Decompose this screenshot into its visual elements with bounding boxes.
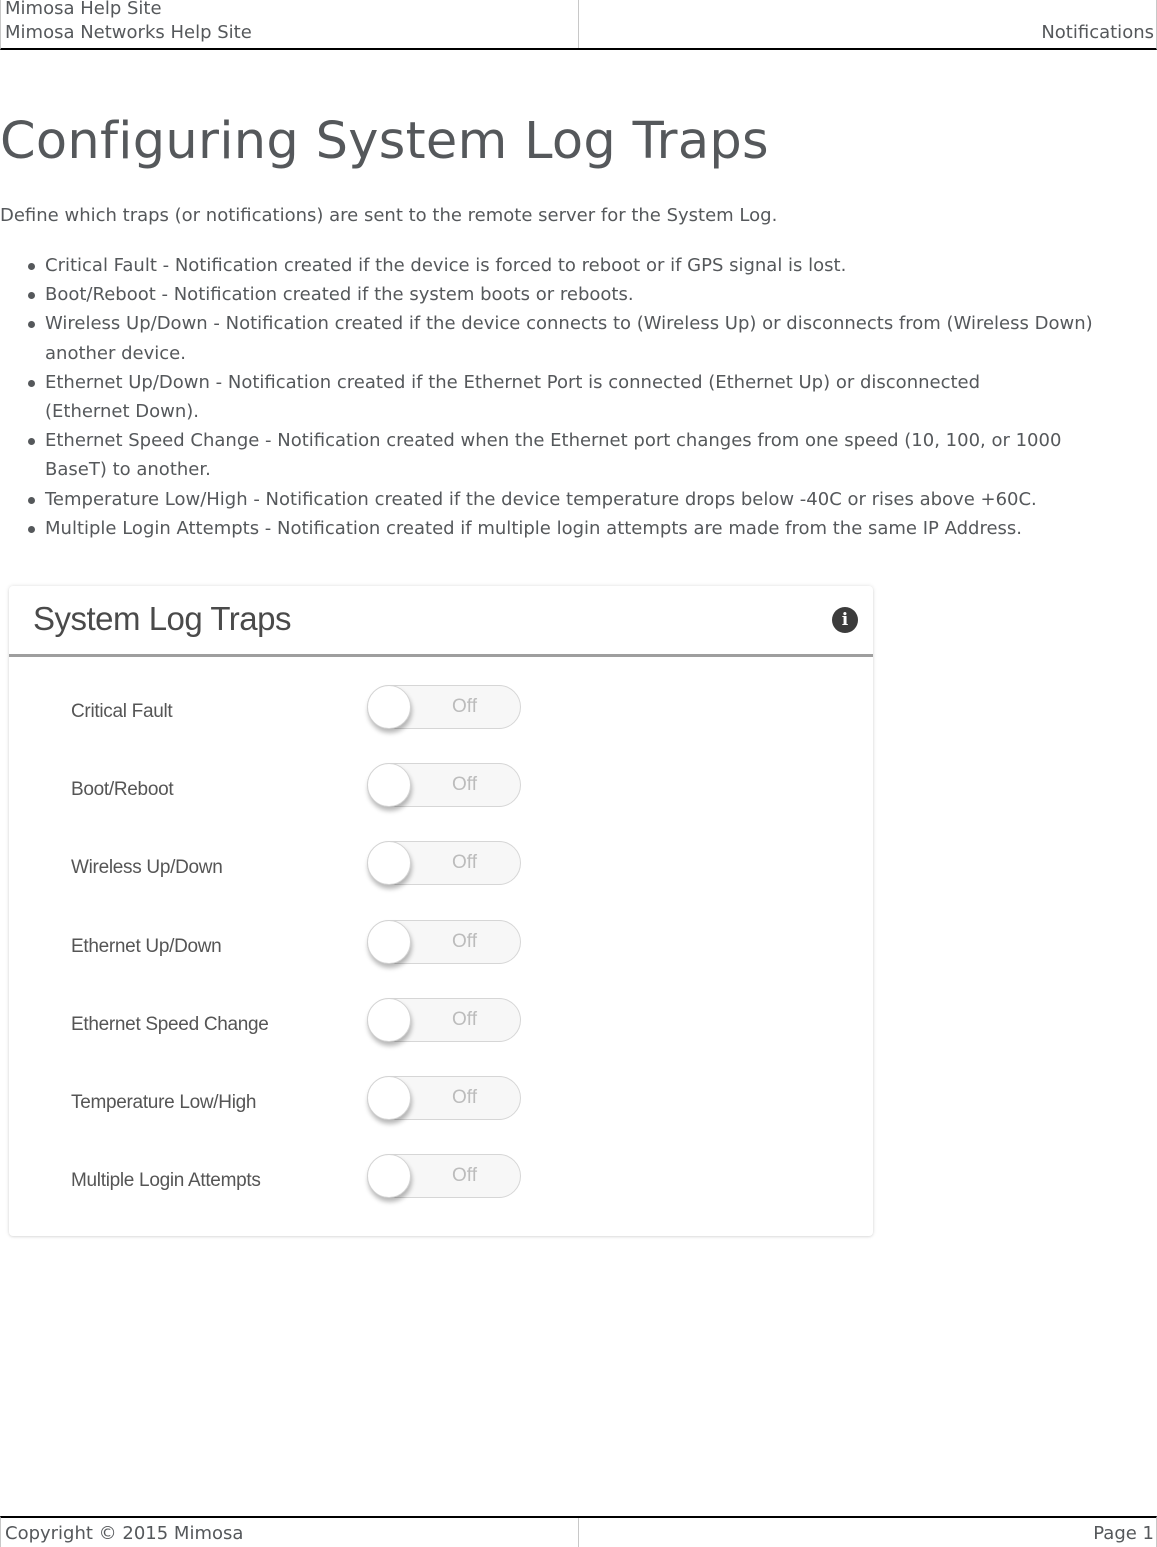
list-item-text: Wireless Up/Down - Notification created … [45, 313, 1093, 364]
multiple-login-attempts-toggle[interactable]: Off [367, 1154, 521, 1198]
site-subtitle: Mimosa Networks Help Site [5, 22, 252, 43]
panel-header: System Log Traps i [9, 586, 873, 657]
toggle-knob [367, 920, 411, 964]
list-item: Boot/Reboot - Notification created if th… [0, 280, 1150, 309]
list-item-text: Temperature Low/High - Notification crea… [45, 488, 1037, 510]
toggle-state: Off [452, 931, 477, 952]
trap-description-list: Critical Fault - Notification created if… [0, 251, 1150, 543]
toggle-knob [367, 841, 411, 885]
temperature-low-high-toggle[interactable]: Off [367, 1076, 521, 1120]
trap-row-ethernet-up-down: Ethernet Up/Down Off [9, 920, 873, 970]
trap-label: Ethernet Speed Change [71, 1014, 269, 1035]
header-left-cell: Mimosa Help Site Mimosa Networks Help Si… [1, 0, 579, 48]
system-log-traps-panel: System Log Traps i Critical Fault Off Bo… [9, 586, 873, 1236]
bullet-icon [28, 379, 35, 387]
page-title: Configuring System Log Traps [0, 112, 769, 171]
list-item-text: Ethernet Up/Down - Notification created … [45, 371, 981, 423]
wireless-up-down-toggle[interactable]: Off [367, 841, 521, 885]
trap-label: Boot/Reboot [71, 779, 174, 800]
list-item: Multiple Login Attempts - Notification c… [0, 514, 1150, 543]
panel-title: System Log Traps [33, 600, 291, 637]
bullet-icon [28, 438, 35, 446]
page-number: Page 1 [1093, 1523, 1154, 1544]
list-item: Ethernet Speed Change - Notification cre… [0, 426, 1150, 484]
toggle-state: Off [452, 1087, 477, 1108]
list-item-text: Ethernet Speed Change - Notification cre… [45, 430, 1062, 481]
trap-row-ethernet-speed-change: Ethernet Speed Change Off [9, 998, 873, 1048]
chapter-name: Notifications [1041, 22, 1154, 43]
list-item-text: Boot/Reboot - Notification created if th… [45, 284, 634, 306]
toggle-knob [367, 1076, 411, 1120]
list-item: Ethernet Up/Down - Notification created … [0, 368, 1150, 426]
copyright-text: Copyright © 2015 Mimosa [5, 1523, 244, 1544]
ethernet-up-down-toggle[interactable]: Off [367, 920, 521, 964]
trap-label: Critical Fault [71, 701, 173, 722]
trap-label: Temperature Low/High [71, 1092, 257, 1113]
list-item-text: Critical Fault - Notification created if… [45, 255, 847, 276]
trap-row-multiple-login-attempts: Multiple Login Attempts Off [9, 1154, 873, 1204]
info-icon[interactable]: i [832, 607, 858, 633]
site-name: Mimosa Help Site [5, 0, 162, 19]
bullet-icon [28, 496, 35, 504]
list-item: Temperature Low/High - Notification crea… [0, 485, 1150, 514]
toggle-knob [367, 763, 411, 807]
trap-label: Ethernet Up/Down [71, 936, 222, 957]
ethernet-speed-change-toggle[interactable]: Off [367, 998, 521, 1042]
trap-row-temperature-low-high: Temperature Low/High Off [9, 1076, 873, 1126]
header-right-cell: Notifications [579, 0, 1156, 48]
trap-row-boot-reboot: Boot/Reboot Off [9, 763, 873, 813]
critical-fault-toggle[interactable]: Off [367, 685, 521, 729]
boot-reboot-toggle[interactable]: Off [367, 763, 521, 807]
page-header: Mimosa Help Site Mimosa Networks Help Si… [0, 0, 1157, 50]
toggle-state: Off [452, 852, 477, 873]
bullet-icon [28, 525, 35, 533]
bullet-icon [28, 292, 35, 300]
page-footer: Copyright © 2015 Mimosa Page 1 [0, 1516, 1157, 1547]
toggle-state: Off [452, 696, 477, 717]
bullet-icon [28, 321, 35, 329]
toggle-state: Off [452, 1165, 477, 1186]
toggle-state: Off [452, 774, 477, 795]
list-item-text: Multiple Login Attempts - Notification c… [45, 517, 1023, 539]
trap-row-wireless-up-down: Wireless Up/Down Off [9, 841, 873, 891]
trap-row-critical-fault: Critical Fault Off [9, 685, 873, 735]
footer-left-cell: Copyright © 2015 Mimosa [1, 1518, 579, 1547]
toggle-knob [367, 998, 411, 1042]
toggle-knob [367, 1154, 411, 1198]
intro-paragraph: Define which traps (or notifications) ar… [0, 205, 778, 226]
toggle-state: Off [452, 1009, 477, 1030]
bullet-icon [28, 263, 35, 270]
footer-right-cell: Page 1 [579, 1518, 1156, 1547]
list-item: Critical Fault - Notification created if… [0, 251, 1150, 280]
toggle-knob [367, 685, 411, 729]
list-item: Wireless Up/Down - Notification created … [0, 309, 1150, 367]
trap-label: Wireless Up/Down [71, 857, 223, 878]
trap-label: Multiple Login Attempts [71, 1170, 261, 1191]
